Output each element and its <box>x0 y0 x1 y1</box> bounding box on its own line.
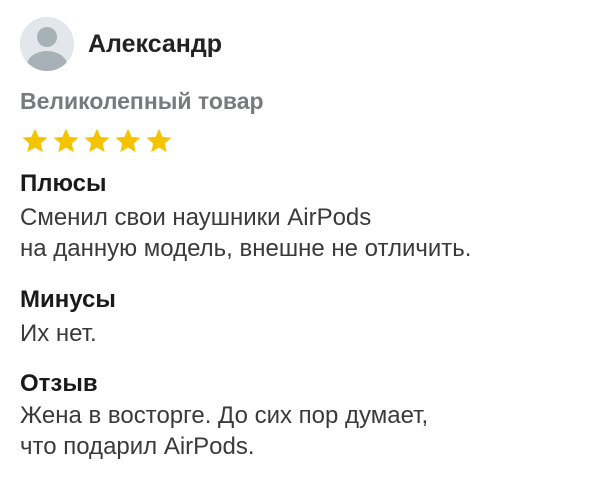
star-rating <box>20 126 174 156</box>
star-icon <box>20 126 50 156</box>
review-title: Великолепный товар <box>20 88 264 114</box>
pros-line: на данную модель, внешне не отличить. <box>20 235 472 262</box>
comment-line: что подарил AirPods. <box>20 433 255 460</box>
cons-text: Их нет. <box>20 318 580 349</box>
avatar-head-icon <box>37 27 57 47</box>
star-icon <box>82 126 112 156</box>
review-card: Александр Великолепный товар Плюсы Смени… <box>0 0 594 486</box>
star-icon <box>144 126 174 156</box>
author-name[interactable]: Александр <box>88 30 222 59</box>
star-icon <box>51 126 81 156</box>
review-header: Александр <box>20 17 222 71</box>
pros-heading: Плюсы <box>20 170 107 197</box>
comment-line: Жена в восторге. До сих пор думает, <box>20 402 429 429</box>
cons-heading: Минусы <box>20 286 116 313</box>
comment-text: Жена в восторге. До сих пор думает, что … <box>20 400 580 462</box>
star-icon <box>113 126 143 156</box>
pros-text: Сменил свои наушники AirPods на данную м… <box>20 202 580 264</box>
comment-heading: Отзыв <box>20 370 98 397</box>
cons-line: Их нет. <box>20 320 97 347</box>
pros-line: Сменил свои наушники AirPods <box>20 204 372 231</box>
avatar[interactable] <box>20 17 74 71</box>
avatar-body-icon <box>27 51 67 71</box>
